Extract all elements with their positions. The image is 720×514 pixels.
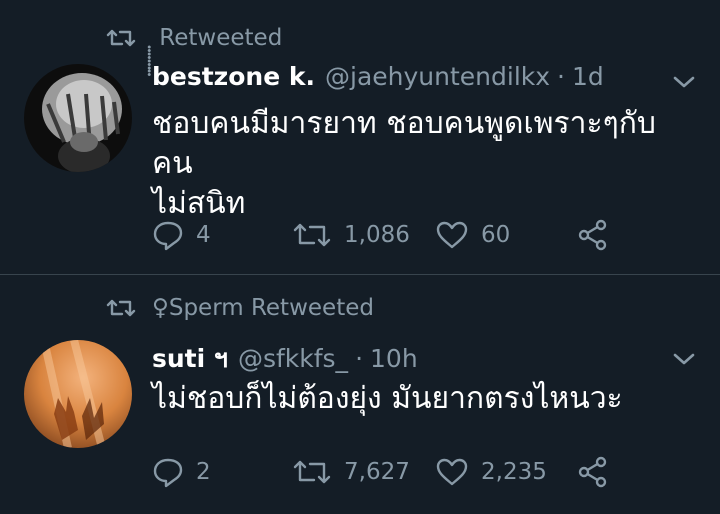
reply-icon bbox=[153, 458, 183, 488]
tweet-header: bestzone k. @jaehyuntendilkx · 1d bbox=[152, 62, 604, 91]
like-button[interactable]: 2,235 bbox=[435, 457, 577, 487]
tweet-actions: 2 7,627 2,235 bbox=[152, 456, 609, 488]
share-button[interactable] bbox=[577, 219, 609, 251]
tweet-header: suti ฯ @sfkkfs_ · 10h bbox=[152, 339, 418, 379]
avatar[interactable] bbox=[24, 340, 132, 448]
share-icon bbox=[578, 219, 607, 251]
display-name[interactable]: bestzone k. bbox=[152, 62, 315, 91]
retweet-count: 1,086 bbox=[344, 222, 410, 248]
like-count: 60 bbox=[481, 222, 511, 248]
reply-button[interactable]: 4 bbox=[152, 219, 292, 251]
retweet-icon bbox=[293, 223, 331, 247]
like-button[interactable]: 60 bbox=[435, 220, 577, 250]
avatar-image bbox=[24, 64, 132, 172]
retweet-icon bbox=[106, 299, 136, 317]
avatar-image bbox=[24, 340, 132, 448]
reply-count: 4 bbox=[196, 222, 211, 248]
separator-dot: · bbox=[557, 62, 565, 91]
heart-icon bbox=[436, 458, 468, 486]
chevron-down-icon[interactable] bbox=[672, 74, 696, 90]
retweeted-by-text: ฺฺฺฺฺฺฺฺฺ Retweeted bbox=[152, 25, 283, 51]
reply-count: 2 bbox=[196, 459, 211, 485]
retweet-icon bbox=[106, 29, 136, 47]
tweet-actions: 4 1,086 60 bbox=[152, 219, 609, 251]
share-icon bbox=[578, 456, 607, 488]
retweet-icon bbox=[293, 460, 331, 484]
retweet-count: 7,627 bbox=[344, 459, 410, 485]
timestamp[interactable]: 10h bbox=[370, 344, 418, 373]
user-handle[interactable]: @sfkkfs_ bbox=[238, 344, 348, 373]
heart-icon bbox=[436, 221, 468, 249]
timestamp[interactable]: 1d bbox=[572, 62, 604, 91]
share-button[interactable] bbox=[577, 456, 609, 488]
user-handle[interactable]: @jaehyuntendilkx bbox=[325, 62, 550, 91]
retweeted-by-row: ♀Sperm Retweeted bbox=[106, 295, 374, 321]
tweet-text: ชอบคนมีมารยาท ชอบคนพูดเพราะๆกับคน ไม่สนิ… bbox=[152, 106, 656, 221]
like-count: 2,235 bbox=[481, 459, 547, 485]
chevron-down-icon[interactable] bbox=[672, 351, 696, 367]
display-name[interactable]: suti ฯ bbox=[152, 339, 228, 379]
reply-icon bbox=[153, 221, 183, 251]
tweet-text: ไม่ชอบก็ไม่ต้องยุ่ง มันยากตรงไหนวะ bbox=[152, 381, 623, 416]
avatar[interactable] bbox=[24, 64, 132, 172]
retweeted-by-row: ฺฺฺฺฺฺฺฺฺ Retweeted bbox=[106, 20, 282, 56]
retweeted-by-text: ♀Sperm Retweeted bbox=[152, 295, 374, 321]
retweet-button[interactable]: 7,627 bbox=[292, 457, 435, 487]
reply-button[interactable]: 2 bbox=[152, 456, 292, 488]
tweet[interactable]: ♀Sperm Retweeted suti ฯ @sfkkfs_ · 10h ไ… bbox=[0, 275, 720, 514]
tweet[interactable]: ฺฺฺฺฺฺฺฺฺ Retweeted bestzone k. @jaehyun… bbox=[0, 0, 720, 274]
retweet-button[interactable]: 1,086 bbox=[292, 220, 435, 250]
separator-dot: · bbox=[355, 344, 364, 373]
